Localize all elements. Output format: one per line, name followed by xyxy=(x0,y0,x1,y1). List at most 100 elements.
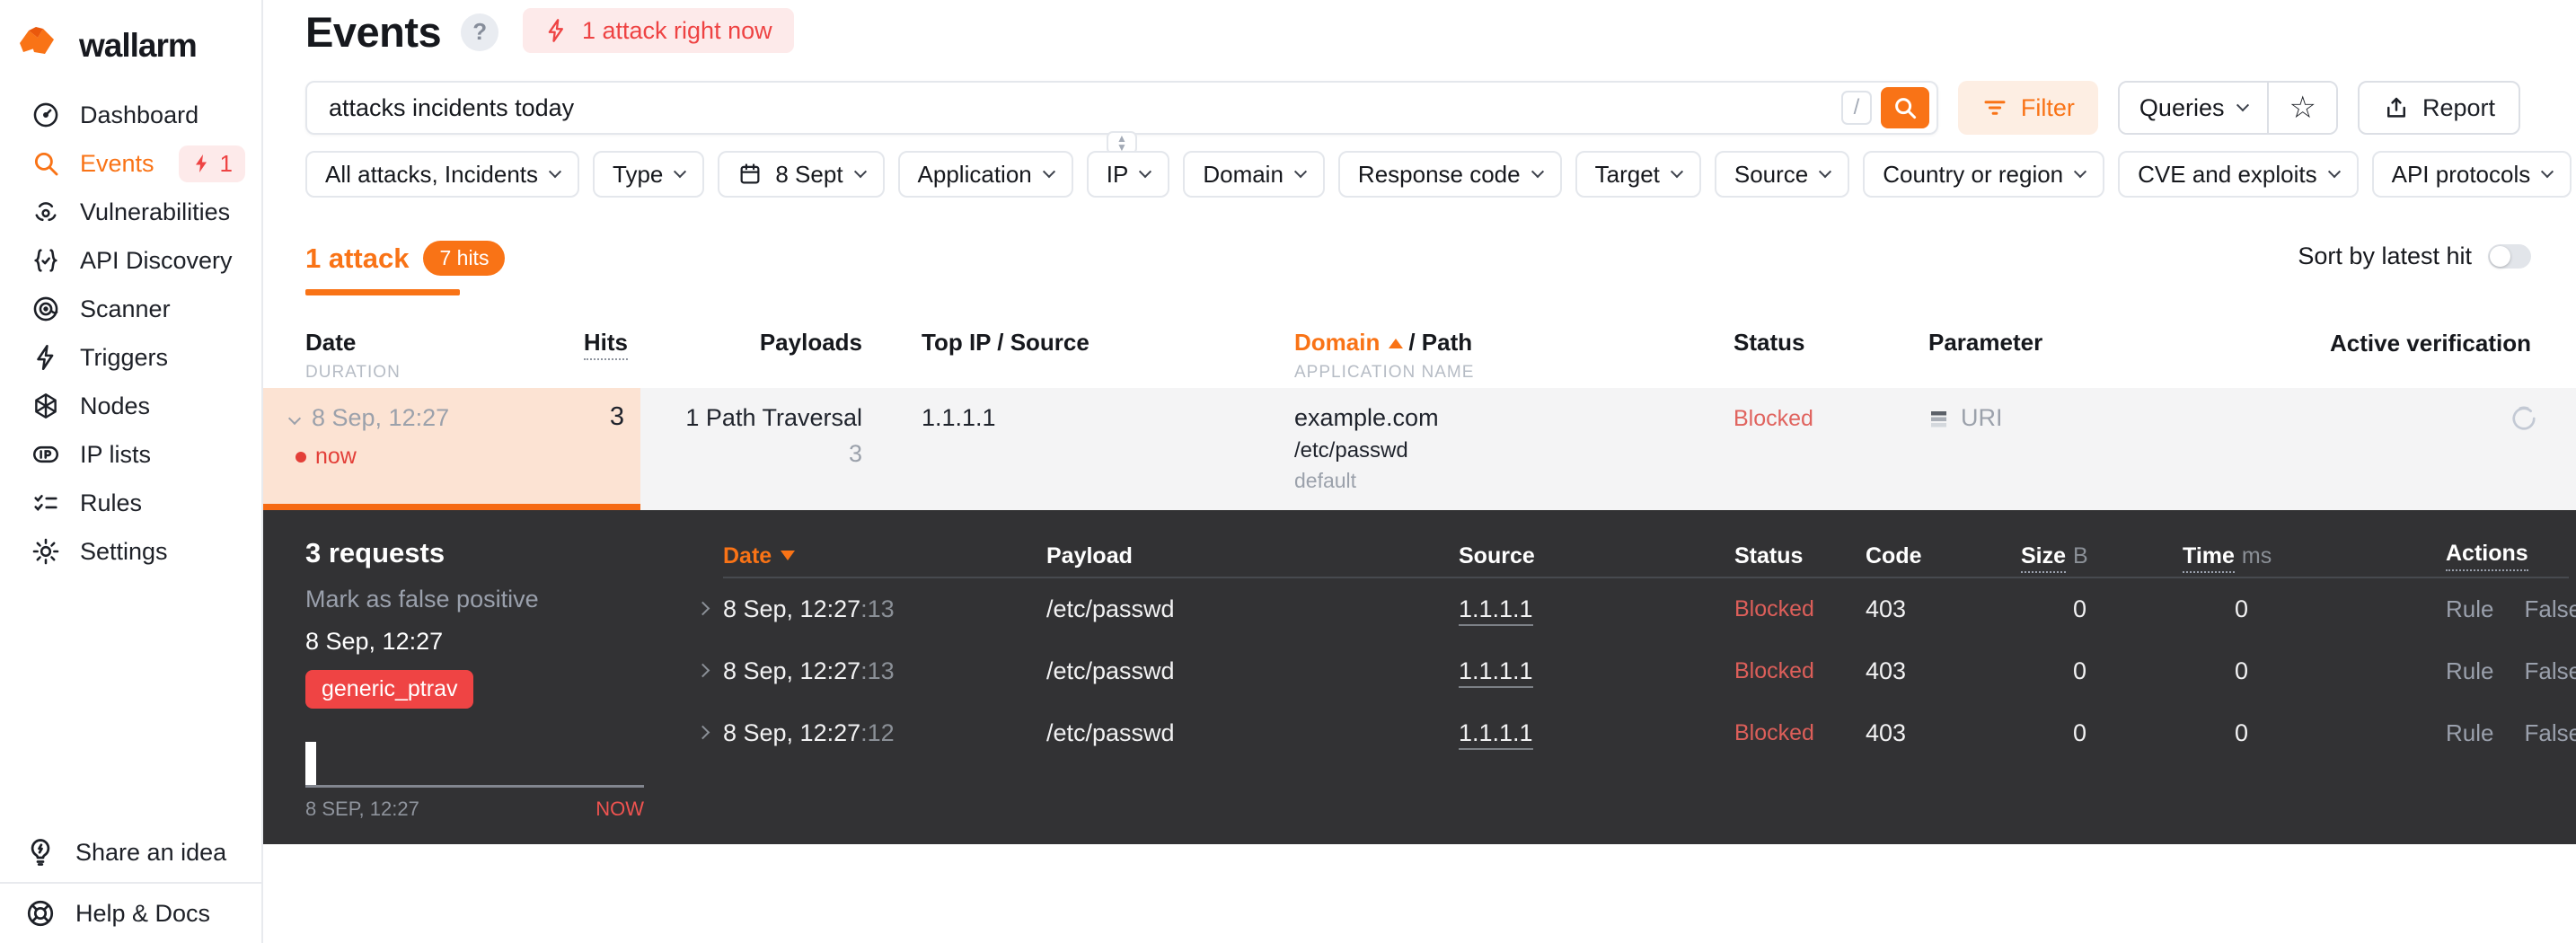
detail-summary: 3 requests Mark as false positive 8 Sep,… xyxy=(305,510,683,844)
col-payloads: Payloads xyxy=(759,329,862,356)
col-domain-path[interactable]: Domain / Path xyxy=(1294,329,1472,357)
attack-date-cell[interactable]: 8 Sep, 12:27 now 3 xyxy=(263,388,640,510)
col-req-size[interactable]: Size B xyxy=(2021,542,2183,573)
attack-payload-count: 3 xyxy=(848,440,862,467)
filter-chip-application[interactable]: Application xyxy=(897,151,1073,198)
filter-chip-response-code[interactable]: Response code xyxy=(1337,151,1562,198)
request-false-link[interactable]: False xyxy=(2524,719,2576,747)
live-dot xyxy=(296,451,306,463)
filter-chip-domain[interactable]: Domain xyxy=(1183,151,1325,198)
slash-shortcut-key: / xyxy=(1840,91,1872,125)
request-row[interactable]: 8 Sep, 12:27:13 /etc/passwd 1.1.1.1 Bloc… xyxy=(695,640,2576,702)
page-header: Events ? xyxy=(305,7,499,57)
chevron-right-icon xyxy=(695,663,710,677)
request-rule-link[interactable]: Rule xyxy=(2446,657,2493,685)
request-source[interactable]: 1.1.1.1 xyxy=(1459,657,1533,688)
wallarm-logo-text: wallarm xyxy=(79,26,198,64)
request-seconds: :13 xyxy=(860,595,895,622)
filter-chip-type[interactable]: Type xyxy=(593,151,705,198)
queries-dropdown[interactable]: Queries xyxy=(2119,83,2268,133)
attack-parameter-label: URI xyxy=(1961,404,2003,431)
help-icon[interactable]: ? xyxy=(461,13,499,51)
share-an-idea-button[interactable]: Share an idea xyxy=(0,823,261,882)
search-input[interactable] xyxy=(307,93,1936,122)
sidebar-item-label: Rules xyxy=(80,489,143,516)
request-size: 0 xyxy=(2073,595,2087,622)
request-rule-link[interactable]: Rule xyxy=(2446,595,2493,623)
sort-asc-icon xyxy=(1389,339,1404,348)
sidebar-item-scanner[interactable]: Scanner xyxy=(0,285,261,333)
favorite-query-button[interactable]: ☆ xyxy=(2267,83,2336,133)
sidebar-item-api-discovery[interactable]: API Discovery xyxy=(0,236,261,285)
filter-icon xyxy=(1984,101,2006,115)
sidebar-item-nodes[interactable]: Nodes xyxy=(0,382,261,430)
request-row[interactable]: 8 Sep, 12:27:12 /etc/passwd 1.1.1.1 Bloc… xyxy=(695,702,2576,764)
request-code: 403 xyxy=(1866,719,1907,746)
attack-row[interactable]: 8 Sep, 12:27 now 3 1 Path Traversal 3 1.… xyxy=(263,388,2576,510)
sidebar-item-events[interactable]: Events 1 xyxy=(0,139,261,188)
col-req-date[interactable]: Date xyxy=(723,543,1046,569)
col-req-actions[interactable]: Actions xyxy=(2446,541,2576,571)
attack-type-tag[interactable]: generic_ptrav xyxy=(305,670,474,709)
sidebar-item-label: Events xyxy=(80,149,154,177)
filter-chip-target[interactable]: Target xyxy=(1575,151,1701,198)
share-an-idea-label: Share an idea xyxy=(75,838,227,866)
col-status: Status xyxy=(1734,329,1805,356)
sidebar-item-triggers[interactable]: Triggers xyxy=(0,333,261,382)
filter-chip-ip[interactable]: IP xyxy=(1086,151,1170,198)
bolt-icon xyxy=(548,19,563,42)
sidebar-item-rules[interactable]: Rules xyxy=(0,479,261,527)
request-false-link[interactable]: False xyxy=(2524,595,2576,623)
sidebar-item-vulnerabilities[interactable]: Vulnerabilities xyxy=(0,188,261,236)
sidebar-item-label: Nodes xyxy=(80,392,151,419)
col-req-time[interactable]: Time ms xyxy=(2183,542,2446,573)
request-row[interactable]: 8 Sep, 12:27:13 /etc/passwd 1.1.1.1 Bloc… xyxy=(695,578,2576,640)
col-date: Date xyxy=(305,329,357,356)
col-application-name: APPLICATION NAME xyxy=(1294,363,1475,382)
attacks-tab[interactable]: 1 attack 7 hits xyxy=(305,241,506,276)
filter-chip-date[interactable]: 8 Sept xyxy=(718,151,885,198)
chevron-down-icon xyxy=(2327,165,2341,179)
wallarm-logo-icon xyxy=(18,25,68,66)
search-button[interactable] xyxy=(1880,87,1929,128)
events-table-header: Date DURATION Hits Payloads Top IP / Sou… xyxy=(263,323,2576,388)
mark-false-positive-link[interactable]: Mark as false positive xyxy=(305,586,683,613)
timeline-now-label: NOW xyxy=(595,798,644,820)
attack-alert-banner[interactable]: 1 attack right now xyxy=(523,8,794,53)
request-status: Blocked xyxy=(1734,658,1814,683)
sidebar-item-dashboard[interactable]: Dashboard xyxy=(0,91,261,139)
request-payload: /etc/passwd xyxy=(1046,595,1175,622)
request-source[interactable]: 1.1.1.1 xyxy=(1459,595,1533,626)
report-button[interactable]: Report xyxy=(2357,81,2520,135)
attack-live-label: now xyxy=(315,444,357,469)
sidebar-item-settings[interactable]: Settings xyxy=(0,527,261,576)
col-req-status: Status xyxy=(1734,542,1804,568)
filter-button[interactable]: Filter xyxy=(1957,81,2098,135)
biohazard-icon xyxy=(30,196,62,228)
filter-chip-api-protocols[interactable]: API protocols xyxy=(2371,151,2572,198)
request-source[interactable]: 1.1.1.1 xyxy=(1459,719,1533,750)
sort-toggle[interactable] xyxy=(2488,244,2531,269)
attack-status-badge: Blocked xyxy=(1734,406,1813,431)
filter-chip-source[interactable]: Source xyxy=(1714,151,1850,198)
request-date: 8 Sep, 12:27 xyxy=(723,595,861,622)
request-false-link[interactable]: False xyxy=(2524,657,2576,685)
request-rule-link[interactable]: Rule xyxy=(2446,719,2493,747)
sidebar-item-ip-lists[interactable]: IP lists xyxy=(0,430,261,479)
sidebar-item-label: IP lists xyxy=(80,440,152,468)
wallarm-logo[interactable]: wallarm xyxy=(0,0,261,66)
sidebar-item-label: API Discovery xyxy=(80,246,233,274)
active-verification-icon[interactable] xyxy=(2508,402,2540,441)
search-icon xyxy=(1895,98,1917,119)
col-parameter: Parameter xyxy=(1928,329,2043,356)
filter-chip-cve[interactable]: CVE and exploits xyxy=(2118,151,2359,198)
request-seconds: :13 xyxy=(860,657,895,684)
chevron-down-icon xyxy=(1531,165,1544,179)
help-docs-button[interactable]: Help & Docs xyxy=(0,884,261,943)
filter-chip-attacks-incidents[interactable]: All attacks, Incidents xyxy=(305,151,579,198)
request-date: 8 Sep, 12:27 xyxy=(723,657,861,684)
chevron-down-icon xyxy=(548,165,562,179)
filter-chip-country[interactable]: Country or region xyxy=(1863,151,2105,198)
lifebuoy-icon xyxy=(23,896,57,930)
col-hits[interactable]: Hits xyxy=(533,329,628,360)
